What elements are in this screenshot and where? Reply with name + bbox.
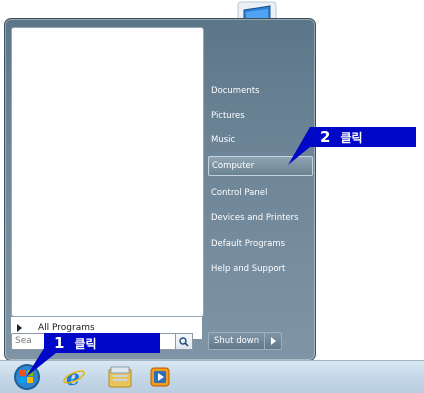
programs-list-pane: [11, 27, 204, 317]
internet-explorer-icon[interactable]: e: [62, 366, 86, 388]
callout-2-number: 2: [320, 128, 331, 146]
callout-2-text: 클릭: [340, 130, 363, 145]
start-menu: All Programs Sea Documents Pictures Musi…: [4, 18, 316, 361]
menu-item-devices-and-printers[interactable]: Devices and Printers: [211, 208, 311, 228]
menu-item-default-programs[interactable]: Default Programs: [211, 234, 311, 254]
menu-item-help-and-support[interactable]: Help and Support: [211, 259, 311, 279]
callout-step-2: 2 클릭: [310, 127, 416, 147]
callout-step-1: 1 클릭: [44, 333, 160, 353]
all-programs-label: All Programs: [38, 323, 95, 333]
shutdown-button[interactable]: Shut down: [208, 332, 283, 350]
callout-1-text: 클릭: [74, 336, 97, 351]
search-icon[interactable]: [175, 333, 193, 350]
shutdown-options-arrow-icon[interactable]: [265, 333, 281, 349]
menu-item-control-panel[interactable]: Control Panel: [211, 183, 311, 203]
svg-text:e: e: [66, 366, 80, 388]
expand-arrow-icon: [17, 324, 22, 332]
callout-2-pointer: [288, 127, 310, 165]
media-player-icon[interactable]: [150, 367, 170, 387]
menu-item-pictures[interactable]: Pictures: [211, 106, 311, 126]
menu-item-documents[interactable]: Documents: [211, 81, 311, 101]
callout-1-number: 1: [54, 334, 65, 352]
taskbar: e: [0, 360, 424, 393]
shutdown-label: Shut down: [209, 333, 266, 349]
windows-explorer-icon[interactable]: [107, 365, 133, 389]
